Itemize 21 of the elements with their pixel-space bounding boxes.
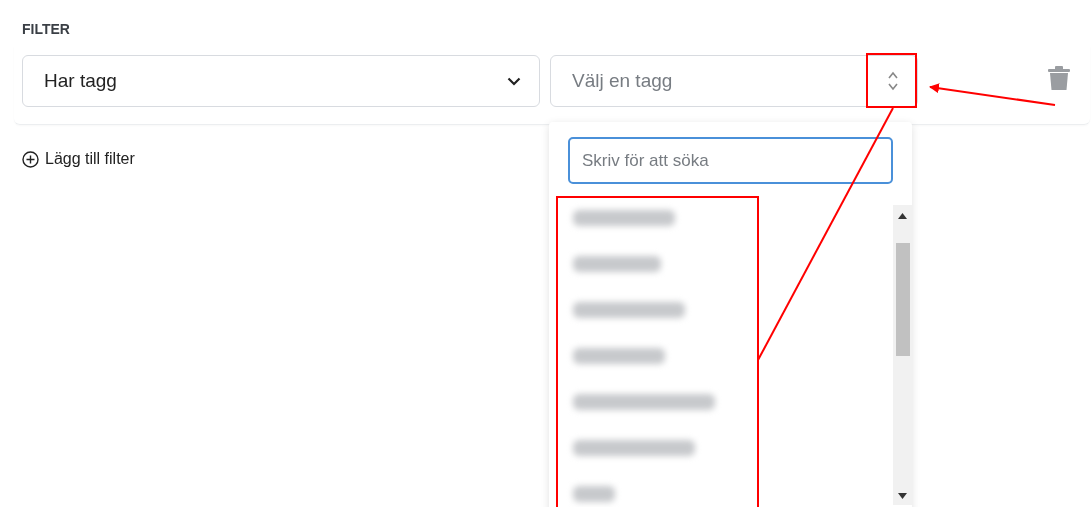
add-filter-button[interactable]: Lägg till filter (22, 150, 135, 168)
scroll-up-icon[interactable] (898, 213, 907, 219)
trash-icon[interactable] (1048, 66, 1070, 91)
highlight-rectangle (866, 53, 917, 108)
blurred-option[interactable] (573, 394, 715, 410)
blurred-option[interactable] (573, 486, 615, 502)
scroll-thumb[interactable] (896, 243, 910, 356)
section-label: FILTER (22, 21, 70, 37)
plus-circle-icon (22, 150, 39, 168)
blurred-option[interactable] (573, 348, 665, 364)
chevron-down-icon (507, 76, 521, 86)
search-field[interactable]: Skriv för att söka (568, 137, 893, 184)
blurred-option[interactable] (573, 210, 675, 226)
scrollbar[interactable] (893, 205, 912, 505)
blurred-option[interactable] (573, 256, 661, 272)
up-down-chevron-icon (887, 70, 899, 92)
scroll-down-icon[interactable] (898, 493, 907, 499)
blurred-option[interactable] (573, 440, 695, 456)
tag-select[interactable]: Välj en tagg (550, 55, 918, 107)
condition-select[interactable]: Har tagg (22, 55, 540, 107)
blurred-option[interactable] (573, 302, 685, 318)
